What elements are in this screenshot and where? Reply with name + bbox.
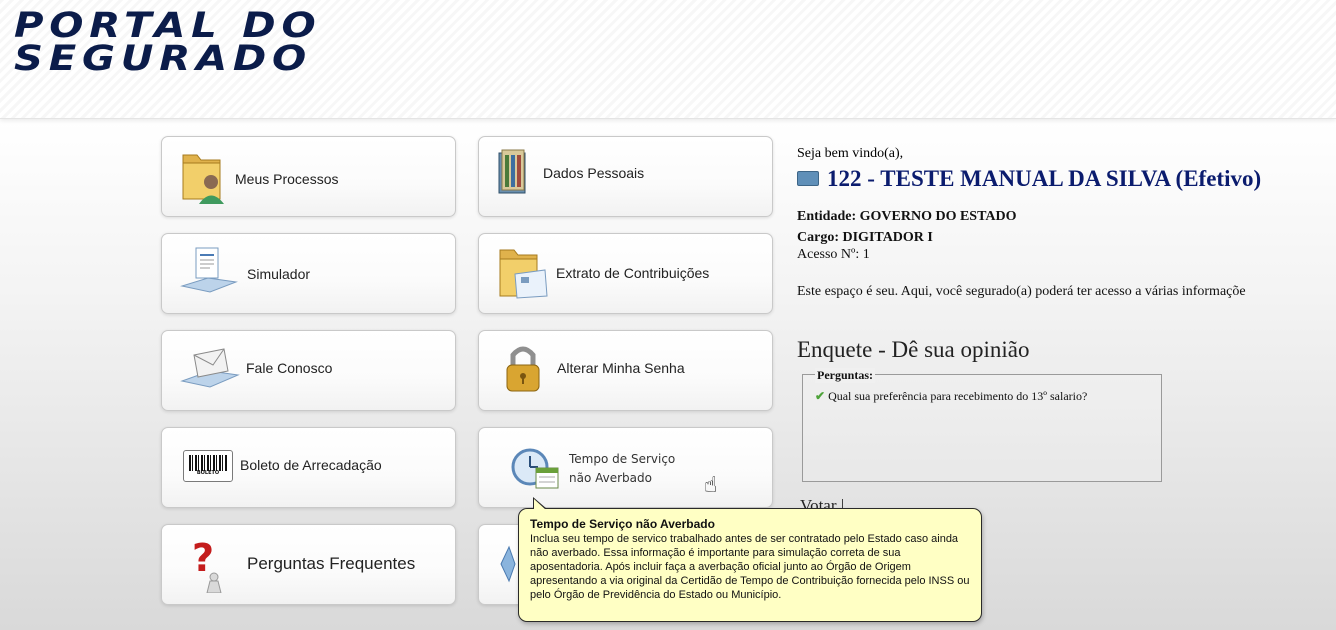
user-id: 122 (827, 166, 862, 191)
menu-tile-dados-pessoais[interactable]: Dados Pessoais (478, 136, 773, 217)
padlock-icon (506, 346, 540, 392)
intro-text: Este espaço é seu. Aqui, você segurado(a… (797, 284, 1246, 299)
folder-user-icon (182, 154, 224, 204)
menu-label-tempo-servico: Tempo de Serviço não Averbado (569, 450, 675, 488)
tooltip-body: Inclua seu tempo de servico trabalhado a… (530, 533, 970, 601)
acesso-count: Acesso Nº: 1 (797, 247, 870, 262)
entidade-value: GOVERNO DO ESTADO (859, 209, 1017, 224)
entidade-label: Entidade: (797, 209, 857, 224)
menu-tile-fale-conosco[interactable]: Fale Conosco (161, 330, 456, 411)
poll-legend: Perguntas: (815, 368, 875, 383)
diamond-icon (500, 545, 516, 583)
cargo-label: Cargo: (797, 230, 839, 245)
menu-tile-extrato[interactable]: Extrato de Contribuições (478, 233, 773, 314)
poll-question-text: Qual sua preferência para recebimento do… (828, 389, 1088, 403)
user-separator: - (867, 166, 875, 191)
poll-fieldset: Perguntas: ✔ Qual sua preferência para re… (802, 368, 1162, 482)
hand-cursor-icon: ☝ (704, 473, 718, 498)
menu-label-fale-conosco: Fale Conosco (246, 360, 333, 376)
menu-label-boleto: Boleto de Arrecadação (240, 457, 382, 473)
binder-icon (498, 149, 526, 194)
folder-document-icon (499, 249, 548, 299)
user-heading: 122 - TESTE MANUAL DA SILVA (Efetivo) (797, 166, 1261, 192)
clock-calendar-icon (511, 448, 559, 489)
menu-label-meus-processos: Meus Processos (235, 171, 339, 187)
menu-tile-tempo-servico[interactable]: Tempo de Serviço não Averbado (478, 427, 773, 508)
welcome-greeting: Seja bem vindo(a), (797, 146, 904, 161)
menu-label-tempo-servico-line2: não Averbado (569, 471, 652, 485)
barcode-icon: BOLETO (183, 450, 233, 482)
poll-title: Enquete - Dê sua opinião (797, 337, 1030, 362)
menu-tile-meus-processos[interactable]: Meus Processos (161, 136, 456, 217)
menu-label-dados-pessoais: Dados Pessoais (543, 165, 645, 181)
question-mark-icon: ? (192, 537, 222, 593)
id-card-icon (797, 171, 819, 187)
menu-label-simulador: Simulador (247, 266, 311, 282)
logo-line-2: SEGURADO (14, 39, 312, 79)
menu-tile-perguntas[interactable]: ? Perguntas Frequentes (161, 524, 456, 605)
menu-tile-simulador[interactable]: Simulador (161, 233, 456, 314)
menu-label-alterar-senha: Alterar Minha Senha (557, 360, 685, 376)
menu-tile-boleto[interactable]: BOLETO Boleto de Arrecadação (161, 427, 456, 508)
menu-label-extrato: Extrato de Contribuições (556, 265, 710, 281)
tooltip-tempo-servico: Tempo de Serviço não Averbado Inclua seu… (518, 497, 982, 622)
menu-tile-alterar-senha[interactable]: Alterar Minha Senha (478, 330, 773, 411)
cargo-line: Cargo: DIGITADOR I (797, 230, 933, 246)
user-name: TESTE MANUAL DA SILVA (Efetivo) (880, 166, 1262, 191)
header-banner: PORTAL DO SEGURADO (0, 0, 1336, 119)
poll-question[interactable]: ✔ Qual sua preferência para recebimento d… (815, 389, 1087, 404)
menu-label-perguntas: Perguntas Frequentes (247, 554, 416, 573)
barcode-icon-text: BOLETO (196, 470, 220, 476)
entidade-line: Entidade: GOVERNO DO ESTADO (797, 209, 1017, 225)
menu-label-tempo-servico-line1: Tempo de Serviço (569, 452, 676, 466)
checkmark-icon: ✔ (815, 389, 826, 403)
envelope-icon (180, 348, 240, 388)
portal-logo[interactable]: PORTAL DO SEGURADO (14, 9, 321, 79)
svg-text:?: ? (192, 537, 214, 580)
cargo-value: DIGITADOR I (842, 230, 933, 245)
tooltip-title: Tempo de Serviço não Averbado (530, 517, 715, 531)
document-scan-icon (180, 247, 238, 293)
